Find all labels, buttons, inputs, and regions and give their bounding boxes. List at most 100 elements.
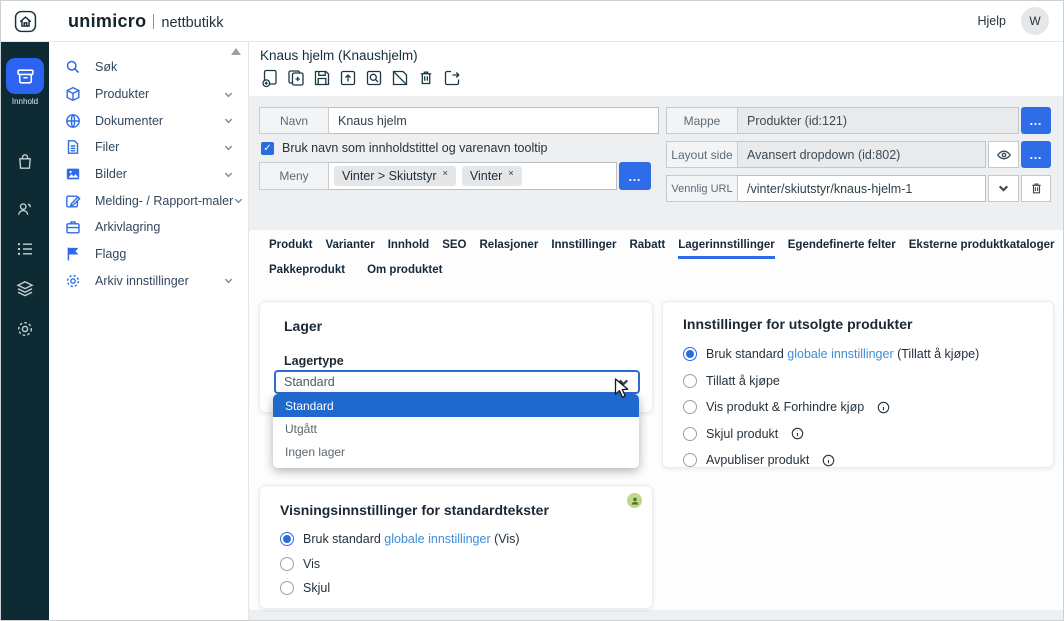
radio-label: Skjul produkt <box>706 427 778 441</box>
sidebar-item-dokumenter[interactable]: Dokumenter <box>49 107 248 134</box>
help-link[interactable]: Hjelp <box>978 14 1007 28</box>
content-sidebar: Søk Produkter Dokumenter <box>49 42 249 621</box>
lagertype-select-value: Standard <box>284 375 335 389</box>
tab-innstillinger[interactable]: Innstillinger <box>551 239 616 259</box>
friendly-url-label: Vennlig URL <box>666 175 738 202</box>
sidebar-item-arkiv-innstillinger[interactable]: Arkiv innstillinger <box>49 268 248 295</box>
pencil-icon <box>65 193 82 209</box>
app-window: unimicro nettbutikk Hjelp W Innhold <box>0 0 1064 621</box>
remove-tag-icon[interactable]: × <box>508 168 513 178</box>
radio-label: Bruk standard globale innstillinger (Vis… <box>303 532 520 546</box>
tab-bar-row2: Pakkeprodukt Om produktet <box>269 264 442 281</box>
tab-varianter[interactable]: Varianter <box>325 239 374 259</box>
folder-label: Mappe <box>666 107 738 134</box>
info-icon[interactable] <box>822 454 835 467</box>
sidebar-item-filer[interactable]: Filer <box>49 134 248 161</box>
export-icon <box>442 68 462 88</box>
chevron-down-icon <box>997 182 1010 195</box>
tab-relasjoner[interactable]: Relasjoner <box>480 239 539 259</box>
tab-innhold[interactable]: Innhold <box>388 239 430 259</box>
layout-field: Avansert dropdown (id:802) <box>738 141 986 168</box>
sidebar-item-flagg[interactable]: Flagg <box>49 241 248 268</box>
save-button[interactable] <box>310 66 333 89</box>
globale-innstillinger-link[interactable]: globale innstillinger <box>787 347 893 361</box>
tab-om-produktet[interactable]: Om produktet <box>367 264 442 281</box>
preview-button[interactable] <box>362 66 385 89</box>
radio-selected[interactable] <box>280 532 294 546</box>
lagertype-select[interactable]: Standard <box>274 370 640 394</box>
friendly-url-input[interactable]: /vinter/skiutstyr/knaus-hjelm-1 <box>738 175 986 202</box>
delete-button[interactable] <box>414 66 437 89</box>
duplicate-icon <box>286 68 306 88</box>
menu-more-button[interactable]: … <box>619 162 651 190</box>
topbar-right: Hjelp W <box>978 7 1050 35</box>
sidebar-item-maler[interactable]: Melding- / Rapport-maler <box>49 187 248 214</box>
gear-icon <box>65 273 82 289</box>
radio[interactable] <box>683 374 697 388</box>
tab-rabatt[interactable]: Rabatt <box>629 239 665 259</box>
layout-more-button[interactable]: … <box>1021 141 1051 168</box>
folder-more-button[interactable]: … <box>1021 107 1051 134</box>
radio[interactable] <box>280 557 294 571</box>
name-input[interactable]: Knaus hjelm <box>329 107 659 134</box>
save-icon <box>312 68 332 88</box>
rail-item-shop[interactable] <box>15 152 35 172</box>
search-icon <box>65 59 82 75</box>
info-icon[interactable] <box>791 427 804 440</box>
layout-preview-button[interactable] <box>988 141 1019 168</box>
sidebar-item-sok[interactable]: Søk <box>49 54 248 81</box>
radio-label: Tillatt å kjøpe <box>706 374 780 388</box>
dropdown-option-ingen-lager[interactable]: Ingen lager <box>273 440 639 463</box>
new-document-button[interactable] <box>258 66 281 89</box>
url-delete-button[interactable] <box>1021 175 1051 202</box>
radio[interactable] <box>280 581 294 595</box>
tab-bar: Produkt Varianter Innhold SEO Relasjoner… <box>269 239 1054 259</box>
radio-selected[interactable] <box>683 347 697 361</box>
tab-produkt[interactable]: Produkt <box>269 239 312 259</box>
dropdown-option-utgatt[interactable]: Utgått <box>273 417 639 440</box>
title-tooltip-checkbox[interactable]: ✓ <box>261 142 274 155</box>
sidebar-item-label: Bilder <box>95 167 127 181</box>
sidebar-item-arkivlagring[interactable]: Arkivlagring <box>49 214 248 241</box>
unpublish-button[interactable] <box>388 66 411 89</box>
brand-logo[interactable]: unimicro nettbutikk <box>68 11 224 32</box>
rail-item-innhold[interactable] <box>6 58 44 94</box>
rail-item-settings[interactable] <box>15 319 35 339</box>
tab-eksterne-produktkataloger[interactable]: Eksterne produktkataloger <box>909 239 1055 259</box>
nav-rail: Innhold <box>1 42 49 621</box>
url-dropdown-button[interactable] <box>988 175 1019 202</box>
users-icon <box>15 199 35 219</box>
visning-card-title: Visningsinnstillinger for standardtekste… <box>280 502 549 518</box>
radio-label: Vis produkt & Forhindre kjøp <box>706 400 864 414</box>
globe-icon <box>65 113 82 129</box>
radio[interactable] <box>683 427 697 441</box>
flag-icon <box>65 246 82 262</box>
folder-field: Produkter (id:121) <box>738 107 1019 134</box>
menu-tag-field[interactable]: Vinter > Skiutstyr× Vinter× <box>329 162 617 190</box>
rail-item-modules[interactable] <box>15 279 35 299</box>
rail-item-orders[interactable] <box>15 239 35 259</box>
radio[interactable] <box>683 400 697 414</box>
sidebar-item-produkter[interactable]: Produkter <box>49 81 248 108</box>
globale-innstillinger-link[interactable]: globale innstillinger <box>384 532 490 546</box>
radio[interactable] <box>683 453 697 467</box>
info-icon[interactable] <box>877 401 890 414</box>
sidebar-item-label: Melding- / Rapport-maler <box>95 194 233 208</box>
export-button[interactable] <box>440 66 463 89</box>
sidebar-item-bilder[interactable]: Bilder <box>49 161 248 188</box>
archive-box-icon <box>15 66 36 87</box>
tab-seo[interactable]: SEO <box>442 239 466 259</box>
rail-active-label: Innhold <box>1 97 49 106</box>
home-button[interactable] <box>14 10 37 33</box>
radio-row-tillatt: Tillatt å kjøpe <box>683 374 1039 388</box>
rail-item-customers[interactable] <box>15 199 35 219</box>
brand-suffix: nettbutikk <box>161 15 223 31</box>
upload-button[interactable] <box>336 66 359 89</box>
remove-tag-icon[interactable]: × <box>443 168 448 178</box>
tab-lagerinnstillinger[interactable]: Lagerinnstillinger <box>678 239 775 259</box>
user-avatar[interactable]: W <box>1021 7 1049 35</box>
duplicate-button[interactable] <box>284 66 307 89</box>
tab-pakkeprodukt[interactable]: Pakkeprodukt <box>269 264 345 281</box>
tab-egendefinerte-felter[interactable]: Egendefinerte felter <box>788 239 896 259</box>
dropdown-option-standard[interactable]: Standard <box>273 394 639 417</box>
